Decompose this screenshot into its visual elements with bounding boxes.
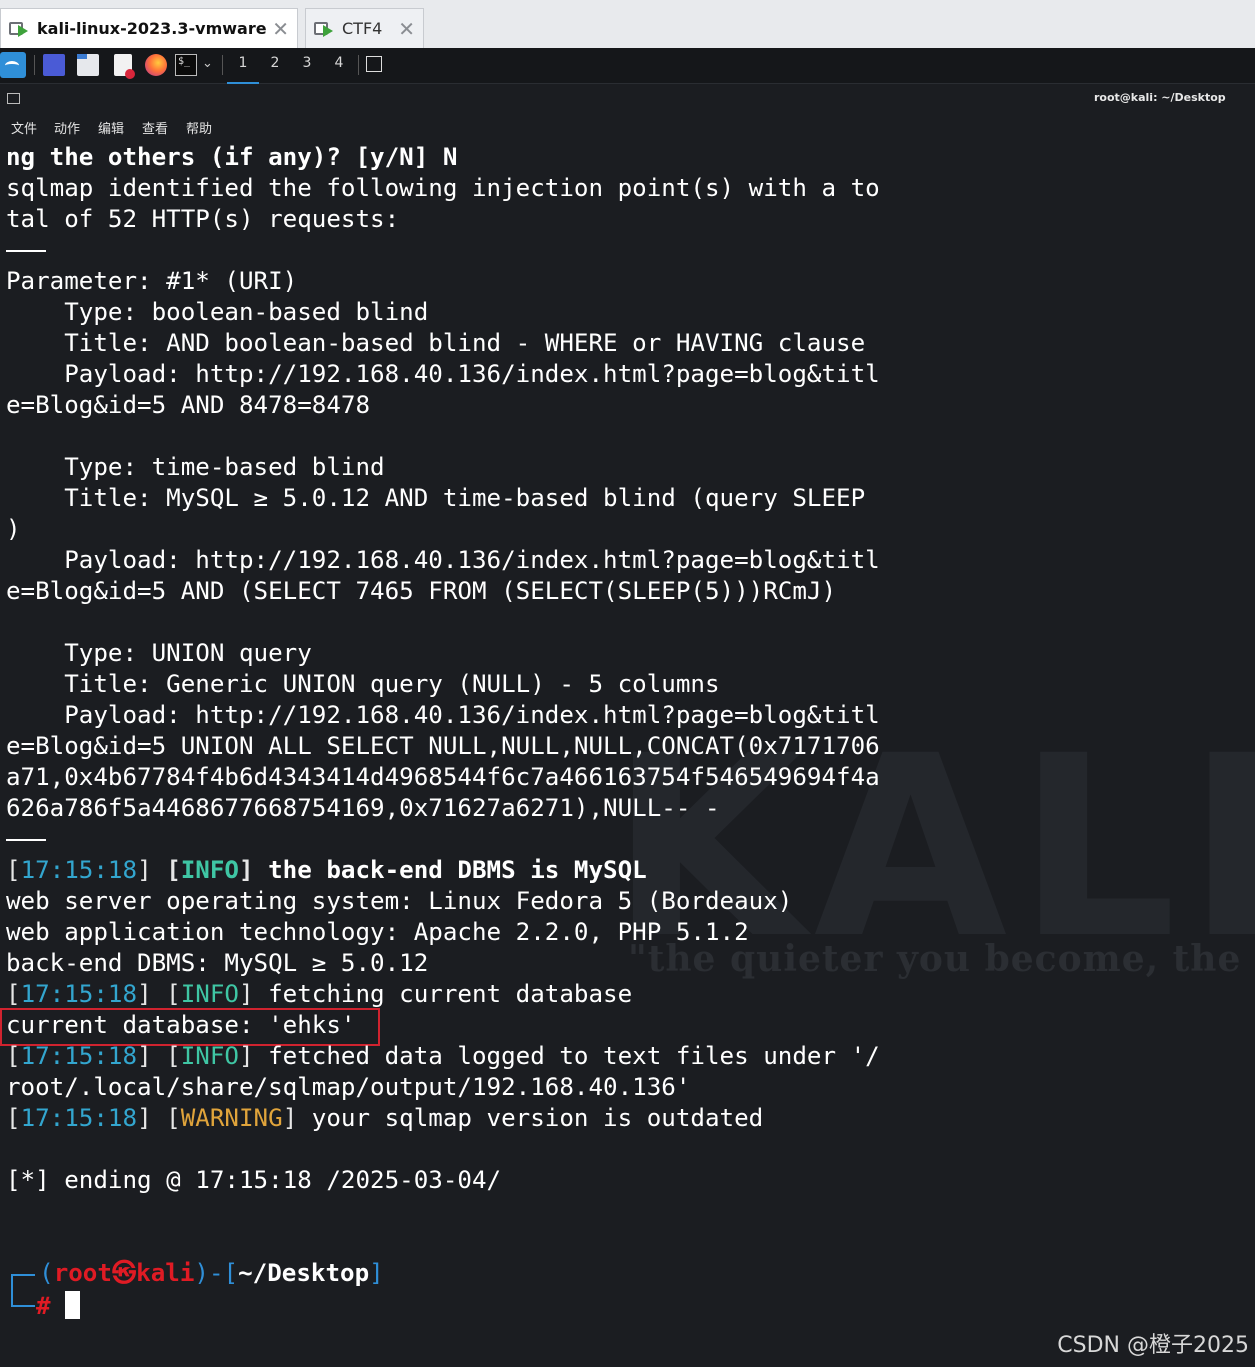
panel-separator (34, 55, 35, 75)
shell-prompt: (root㉿kali)-[~/Desktop] (10, 1259, 384, 1287)
terminal-line: Title: AND boolean-based blind - WHERE o… (6, 329, 866, 357)
timestamp: 17:15:18 (20, 856, 138, 884)
terminal-line: Parameter: #1* (URI) (6, 267, 298, 295)
menu-file[interactable]: 文件 (11, 118, 37, 137)
menu-action[interactable]: 动作 (54, 118, 80, 137)
terminal-output[interactable]: KALI LI "the quieter you become, the mo … (0, 142, 1255, 1367)
terminal-line: a71,0x4b67784f4b6d4343414d4968544f6c7a46… (6, 763, 880, 791)
file-manager-icon[interactable] (77, 54, 99, 76)
menu-view[interactable]: 查看 (142, 118, 168, 137)
terminal-line: e=Blog&id=5 UNION ALL SELECT NULL,NULL,N… (6, 732, 880, 760)
firefox-icon[interactable] (145, 54, 167, 76)
close-icon[interactable]: ✕ (272, 17, 289, 41)
text-cursor[interactable] (65, 1291, 80, 1319)
taskbar-terminal-icon[interactable] (366, 56, 382, 72)
window-titlebar: root@kali: ~/Desktop (0, 84, 1255, 114)
terminal-line: Title: Generic UNION query (NULL) - 5 co… (6, 670, 720, 698)
terminal-menubar: 文件 动作 编辑 查看 帮助 (0, 114, 1255, 140)
terminal-line: ) (6, 515, 21, 543)
terminal-line: Payload: http://192.168.40.136/index.htm… (6, 701, 880, 729)
log-message: your sqlmap version is outdated (297, 1104, 764, 1132)
log-line-warning: [17:15:18] [WARNING] your sqlmap version… (6, 1104, 764, 1132)
log-message: fetched data logged to text files under … (253, 1042, 880, 1070)
prompt-hash: # (36, 1292, 51, 1320)
panel-separator (358, 55, 359, 75)
vm-icon (9, 20, 29, 38)
terminal-line: [*] ending @ 17:15:18 /2025-03-04/ (6, 1166, 502, 1194)
terminal-line: e=Blog&id=5 AND 8478=8478 (6, 391, 371, 419)
workspace-1[interactable]: 1 (227, 55, 259, 85)
log-line-info: [17:15:18] [INFO] the back-end DBMS is M… (6, 856, 647, 884)
terminal-line: back-end DBMS: MySQL ≥ 5.0.12 (6, 949, 429, 977)
terminal-line: 626a786f5a4468677668754169,0x71627a6271)… (6, 794, 720, 822)
panel-separator (222, 55, 223, 75)
log-line-info: [17:15:18] [INFO] fetched data logged to… (6, 1042, 880, 1070)
desktop-icon[interactable] (43, 54, 65, 76)
terminal-line: Payload: http://192.168.40.136/index.htm… (6, 546, 880, 574)
workspace-3[interactable]: 3 (295, 55, 319, 71)
vm-tab-strip: kali-linux-2023.3-vmware-... ✕ CTF4 ✕ (0, 0, 1255, 48)
terminal-divider (6, 235, 46, 266)
terminal-line: Type: boolean-based blind (6, 298, 429, 326)
text-editor-icon[interactable] (114, 54, 135, 79)
terminal-line: Type: UNION query (6, 639, 312, 667)
log-message: fetching current database (253, 980, 633, 1008)
log-level: INFO (180, 1042, 239, 1070)
terminal-icon[interactable]: $_ (175, 54, 197, 76)
csdn-credit: CSDN @橙子2025 (1057, 1333, 1249, 1358)
terminal-line: Payload: http://192.168.40.136/index.htm… (6, 360, 880, 388)
prompt-symbol: ㉿ (111, 1259, 137, 1287)
terminal-line: web server operating system: Linux Fedor… (6, 887, 793, 915)
tab-kali-vm[interactable]: kali-linux-2023.3-vmware-... ✕ (0, 8, 298, 48)
terminal-line: sqlmap identified the following injectio… (6, 174, 880, 202)
prompt-corner (11, 1274, 35, 1307)
terminal-line: tal of 52 HTTP(s) requests: (6, 205, 400, 233)
menu-help[interactable]: 帮助 (186, 118, 212, 137)
close-icon[interactable]: ✕ (398, 17, 415, 41)
terminal-line: e=Blog&id=5 AND (SELECT 7465 FROM (SELEC… (6, 577, 837, 605)
prompt-path: ~/Desktop (238, 1259, 370, 1287)
prompt-host: kali (136, 1259, 195, 1287)
timestamp: 17:15:18 (20, 980, 138, 1008)
workspace-2[interactable]: 2 (263, 55, 287, 71)
terminal-divider (6, 824, 46, 855)
terminal-line: Title: MySQL ≥ 5.0.12 AND time-based bli… (6, 484, 866, 512)
tab-ctf4-vm[interactable]: CTF4 ✕ (305, 8, 424, 48)
terminal-line: ng the others (if any)? [y/N] N (6, 143, 458, 171)
workspace-4[interactable]: 4 (327, 55, 351, 71)
terminal-line: root/.local/share/sqlmap/output/192.168.… (6, 1073, 691, 1101)
chevron-down-icon[interactable]: ⌄ (202, 56, 213, 71)
tab-label: CTF4 (342, 19, 383, 38)
kali-menu-icon[interactable] (0, 52, 26, 78)
terminal-line: web application technology: Apache 2.2.0… (6, 918, 749, 946)
vm-icon (314, 20, 334, 38)
log-line-info: [17:15:18] [INFO] fetching current datab… (6, 980, 633, 1008)
log-message: the back-end DBMS is MySQL (253, 856, 647, 884)
log-level: WARNING (180, 1104, 283, 1132)
log-level: INFO (180, 856, 239, 884)
xfce-panel: $_ ⌄ 1 2 3 4 (0, 48, 1255, 85)
menu-edit[interactable]: 编辑 (98, 118, 124, 137)
timestamp: 17:15:18 (20, 1042, 138, 1070)
timestamp: 17:15:18 (20, 1104, 138, 1132)
log-level: INFO (180, 980, 239, 1008)
tab-label: kali-linux-2023.3-vmware-... (37, 19, 267, 38)
window-title: root@kali: ~/Desktop (1094, 91, 1226, 104)
window-icon[interactable] (7, 93, 20, 104)
prompt-user: root (53, 1259, 112, 1287)
terminal-line: Type: time-based blind (6, 453, 385, 481)
